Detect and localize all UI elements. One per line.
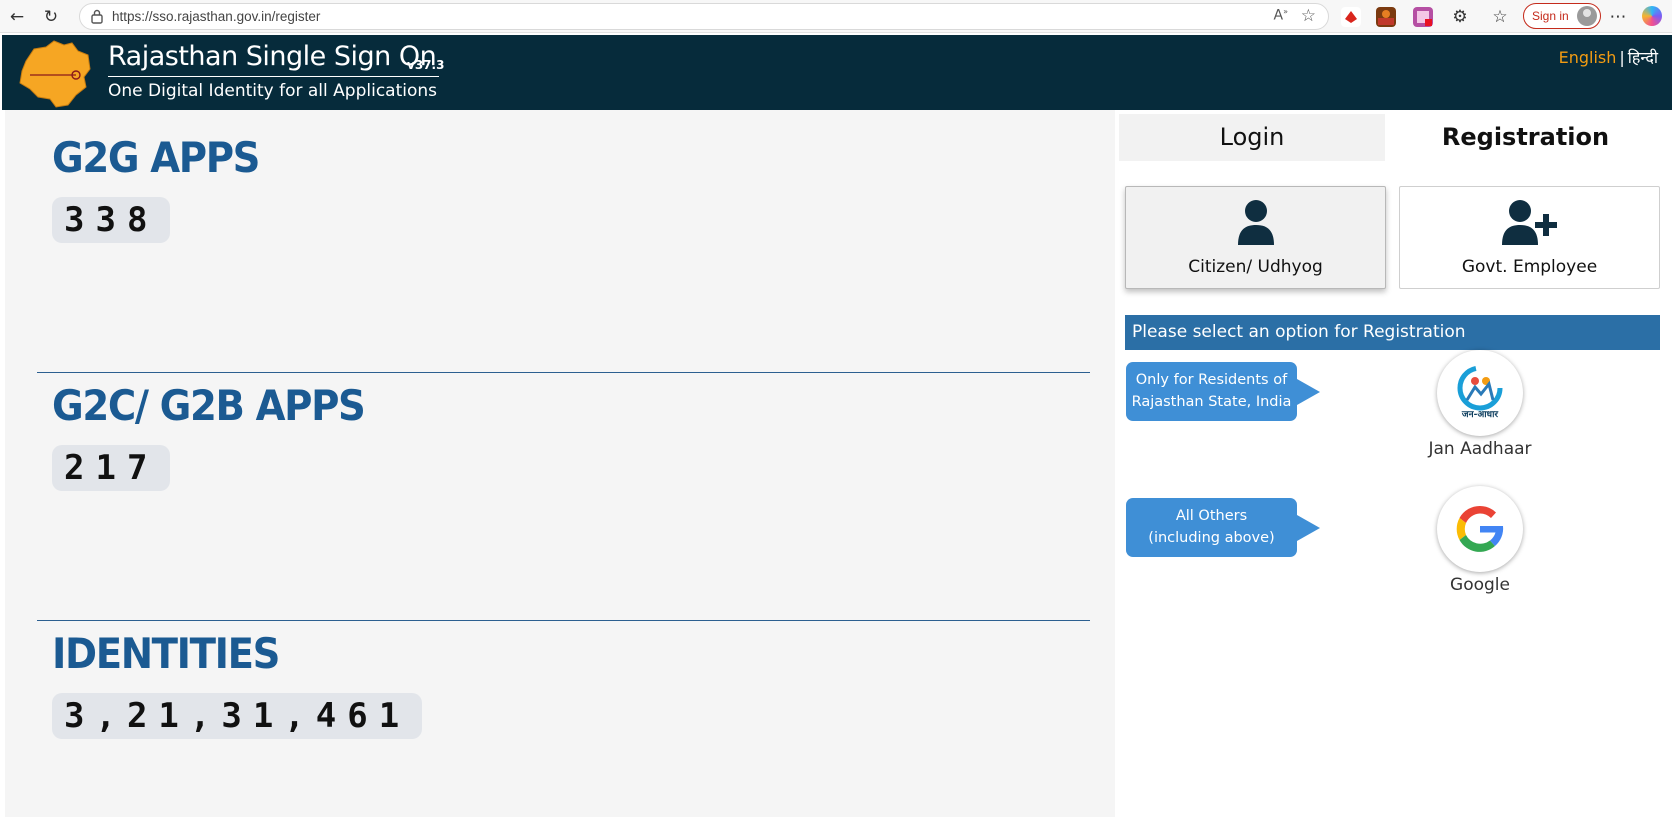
site-title: Rajasthan Single Sign On (108, 41, 437, 72)
lang-separator: | (1619, 48, 1625, 67)
registration-notice: Please select an option for Registration (1125, 315, 1660, 350)
lang-english-link[interactable]: English (1559, 48, 1617, 67)
site-version: v37.3 (407, 58, 445, 72)
avatar-icon (1577, 6, 1597, 26)
jan-aadhaar-label[interactable]: Jan Aadhaar (1397, 439, 1563, 459)
user-plus-icon (1501, 200, 1557, 245)
all-others-info-bubble: All Others (including above) (1126, 498, 1320, 557)
back-icon[interactable]: ← (6, 6, 28, 28)
bubble-line: Rajasthan State, India (1131, 393, 1292, 410)
user-icon (1237, 200, 1274, 245)
url-text: https://sso.rajasthan.gov.in/register (112, 9, 321, 24)
google-label[interactable]: Google (1397, 575, 1563, 595)
residents-info-bubble: Only for Residents of Rajasthan State, In… (1126, 362, 1320, 421)
jan-aadhaar-button[interactable]: जन-आधार (1437, 350, 1523, 436)
bubble-line: All Others (1175, 508, 1248, 525)
favorite-star-icon[interactable]: ☆ (1301, 6, 1316, 26)
extension-red-icon[interactable] (1341, 7, 1361, 27)
stat-counter-identities: 3,21,31,461 (52, 693, 423, 739)
stat-title-g2g: G2G APPS (52, 133, 260, 182)
tab-registration[interactable]: Registration (1389, 114, 1662, 161)
refresh-icon[interactable]: ↻ (40, 6, 62, 28)
govt-employee-option[interactable]: Govt. Employee (1399, 186, 1660, 289)
bubble-line: Only for Residents of (1135, 372, 1288, 389)
extension-pink-icon[interactable] (1413, 7, 1433, 27)
divider (37, 372, 1090, 373)
site-subtitle: One Digital Identity for all Application… (108, 81, 438, 101)
sign-in-button[interactable]: Sign in (1523, 3, 1601, 29)
google-g-icon (1456, 505, 1504, 552)
jan-aadhaar-logo-text: जन-आधार (1461, 410, 1498, 420)
tab-login[interactable]: Login (1119, 114, 1385, 161)
divider (37, 620, 1090, 621)
citizen-udhyog-option[interactable]: Citizen/ Udhyog (1125, 186, 1386, 289)
stat-title-identities: IDENTITIES (52, 629, 280, 678)
stat-value-identities: 3,21,31,461 (64, 696, 411, 736)
favorites-icon[interactable]: ☆ (1489, 6, 1511, 28)
extension-icon[interactable]: ⚙ (1449, 6, 1471, 28)
extension-dsc-icon[interactable] (1376, 7, 1396, 27)
stat-title-g2c: G2C/ G2B APPS (52, 381, 366, 430)
stat-value-g2c: 217 (64, 448, 159, 488)
google-button[interactable] (1437, 486, 1523, 572)
jan-aadhaar-logo-icon: जन-आधार (1457, 365, 1503, 420)
stats-panel: G2G APPS 338 G2C/ G2B APPS 217 IDENTITIE… (5, 110, 1115, 817)
sign-in-label: Sign in (1532, 9, 1569, 23)
rajasthan-sso-logo[interactable] (16, 39, 94, 109)
more-icon[interactable]: ⋯ (1607, 6, 1629, 28)
lock-icon[interactable] (90, 9, 104, 24)
language-switcher: English | हिन्दी (1559, 46, 1658, 68)
address-bar[interactable]: https://sso.rajasthan.gov.in/register A»… (79, 3, 1329, 30)
citizen-udhyog-label: Citizen/ Udhyog (1188, 257, 1323, 277)
stat-counter-g2c: 217 (52, 445, 171, 491)
govt-employee-label: Govt. Employee (1461, 257, 1598, 277)
bubble-line: (including above) (1148, 529, 1275, 546)
site-header: Rajasthan Single Sign On v37.3 One Digit… (2, 35, 1672, 110)
stat-counter-g2g: 338 (52, 197, 171, 243)
title-underline (108, 76, 439, 77)
lang-hindi-link[interactable]: हिन्दी (1628, 48, 1658, 67)
auth-panel: Login Registration Citizen/ Udhyog Govt.… (1115, 110, 1672, 817)
browser-toolbar: ← ↻ https://sso.rajasthan.gov.in/registe… (0, 0, 1672, 33)
read-aloud-icon[interactable]: A» (1274, 7, 1288, 24)
copilot-icon[interactable] (1642, 6, 1662, 26)
stat-value-g2g: 338 (64, 200, 159, 240)
